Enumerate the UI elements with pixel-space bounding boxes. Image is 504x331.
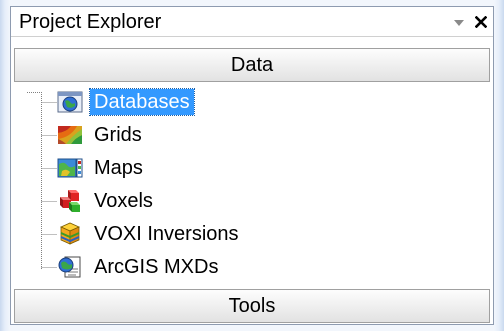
arcgis-mxd-icon [58, 256, 81, 278]
tree-item-label: VOXI Inversions [94, 223, 239, 245]
voxel-cubes-icon [60, 190, 80, 212]
tree-item-label: Databases [89, 88, 195, 116]
tree-item-grids[interactable]: Grids [54, 120, 354, 150]
project-explorer-panel: Project Explorer Data Databases Grids Ma… [10, 6, 494, 325]
tree-item-maps[interactable]: Maps [54, 153, 354, 183]
data-section-button[interactable]: Data [14, 48, 490, 82]
tree-item-databases[interactable]: Databases [54, 87, 354, 117]
tree-item-label: ArcGIS MXDs [94, 256, 219, 278]
panel-title-bar: Project Explorer [11, 7, 493, 37]
tree-item-voxels[interactable]: Voxels [54, 186, 354, 216]
tree-item-label: Voxels [94, 190, 153, 212]
grid-raster-icon [58, 126, 82, 144]
panel-title: Project Explorer [19, 11, 162, 33]
tree-item-label: Grids [94, 124, 142, 146]
tree-item-voxi-inversions[interactable]: VOXI Inversions [54, 219, 354, 249]
close-icon[interactable] [475, 16, 487, 28]
tree-item-label: Maps [94, 157, 143, 179]
tree-item-arcgis-mxds[interactable]: ArcGIS MXDs [54, 252, 354, 282]
map-icon [57, 158, 83, 178]
globe-database-icon [57, 91, 83, 113]
project-tree: Databases Grids Maps Voxels VOXI Inversi… [14, 82, 490, 289]
voxi-inversion-icon [60, 222, 80, 245]
tools-section-button[interactable]: Tools [14, 289, 490, 323]
chevron-down-icon[interactable] [454, 20, 464, 26]
